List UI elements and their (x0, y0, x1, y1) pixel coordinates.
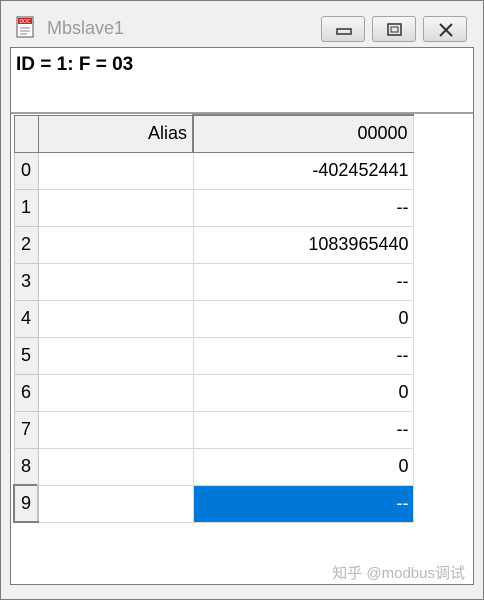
row-header[interactable]: 0 (13, 151, 39, 190)
grid-corner[interactable] (13, 114, 39, 153)
table-row: 3 -- (13, 262, 414, 301)
register-value-cell[interactable]: -402452441 (192, 151, 414, 190)
svg-text:DOC: DOC (19, 19, 31, 25)
close-button[interactable] (423, 16, 467, 42)
row-header[interactable]: 8 (13, 447, 39, 486)
alias-cell[interactable] (37, 336, 194, 375)
table-row: 60 (13, 373, 414, 412)
minimize-button[interactable] (321, 16, 365, 42)
app-document-icon[interactable]: DOC (15, 16, 37, 38)
row-header[interactable]: 5 (13, 336, 39, 375)
title-bar[interactable]: DOC Mbslave1 (1, 1, 483, 47)
row-header[interactable]: 6 (13, 373, 39, 412)
table-row: 7 -- (13, 410, 414, 449)
watermark: 知乎 @modbus调试 (332, 565, 465, 582)
alias-cell[interactable] (37, 373, 194, 412)
register-value-cell[interactable]: -- (192, 336, 414, 375)
window-title: Mbslave1 (47, 18, 125, 38)
maximize-button[interactable] (372, 16, 416, 42)
table-row: 80 (13, 447, 414, 486)
alias-cell[interactable] (37, 299, 194, 338)
register-value-cell[interactable]: 0 (192, 299, 414, 338)
table-row: 1 -- (13, 188, 414, 227)
register-value-cell[interactable]: 0 (192, 447, 414, 486)
table-row: 2 1083965440 (13, 225, 414, 264)
app-window: DOC Mbslave1 ID = 1: F = 03 Alias 00000 … (0, 0, 484, 600)
register-value-cell[interactable]: 0 (192, 373, 414, 412)
table-row: 0 -402452441 (13, 151, 414, 190)
register-table: Alias 00000 0 -402452441 1 -- 2 1083965440 3 --… (13, 114, 414, 523)
register-value-cell[interactable]: 1083965440 (192, 225, 414, 264)
maximize-icon (387, 23, 402, 36)
close-icon (439, 23, 453, 37)
slave-id-function-label: ID = 1: F = 03 (16, 54, 134, 75)
alias-cell[interactable] (37, 262, 194, 301)
alias-cell[interactable] (37, 188, 194, 227)
alias-cell[interactable] (37, 151, 194, 190)
row-header[interactable]: 1 (13, 188, 39, 227)
alias-cell[interactable] (37, 410, 194, 449)
register-value-cell[interactable]: -- (192, 484, 414, 523)
register-grid[interactable]: Alias 00000 0 -402452441 1 -- 2 1083965440 3 --… (13, 114, 414, 523)
minimize-icon (336, 28, 352, 35)
table-row: 40 (13, 299, 414, 338)
register-value-cell[interactable]: -- (192, 262, 414, 301)
register-value-cell[interactable]: -- (192, 188, 414, 227)
register-value-cell[interactable]: -- (192, 410, 414, 449)
row-header[interactable]: 3 (13, 262, 39, 301)
table-row: 5 -- (13, 336, 414, 375)
table-row: 9 -- (13, 484, 414, 523)
alias-cell[interactable] (37, 447, 194, 486)
column-header-alias[interactable]: Alias (37, 114, 194, 153)
row-header[interactable]: 2 (13, 225, 39, 264)
alias-cell[interactable] (37, 225, 194, 264)
row-header[interactable]: 4 (13, 299, 39, 338)
column-header-address[interactable]: 00000 (192, 114, 414, 153)
row-header[interactable]: 9 (13, 484, 39, 523)
row-header[interactable]: 7 (13, 410, 39, 449)
table-header-row: Alias 00000 (13, 114, 414, 153)
alias-cell[interactable] (37, 484, 194, 523)
